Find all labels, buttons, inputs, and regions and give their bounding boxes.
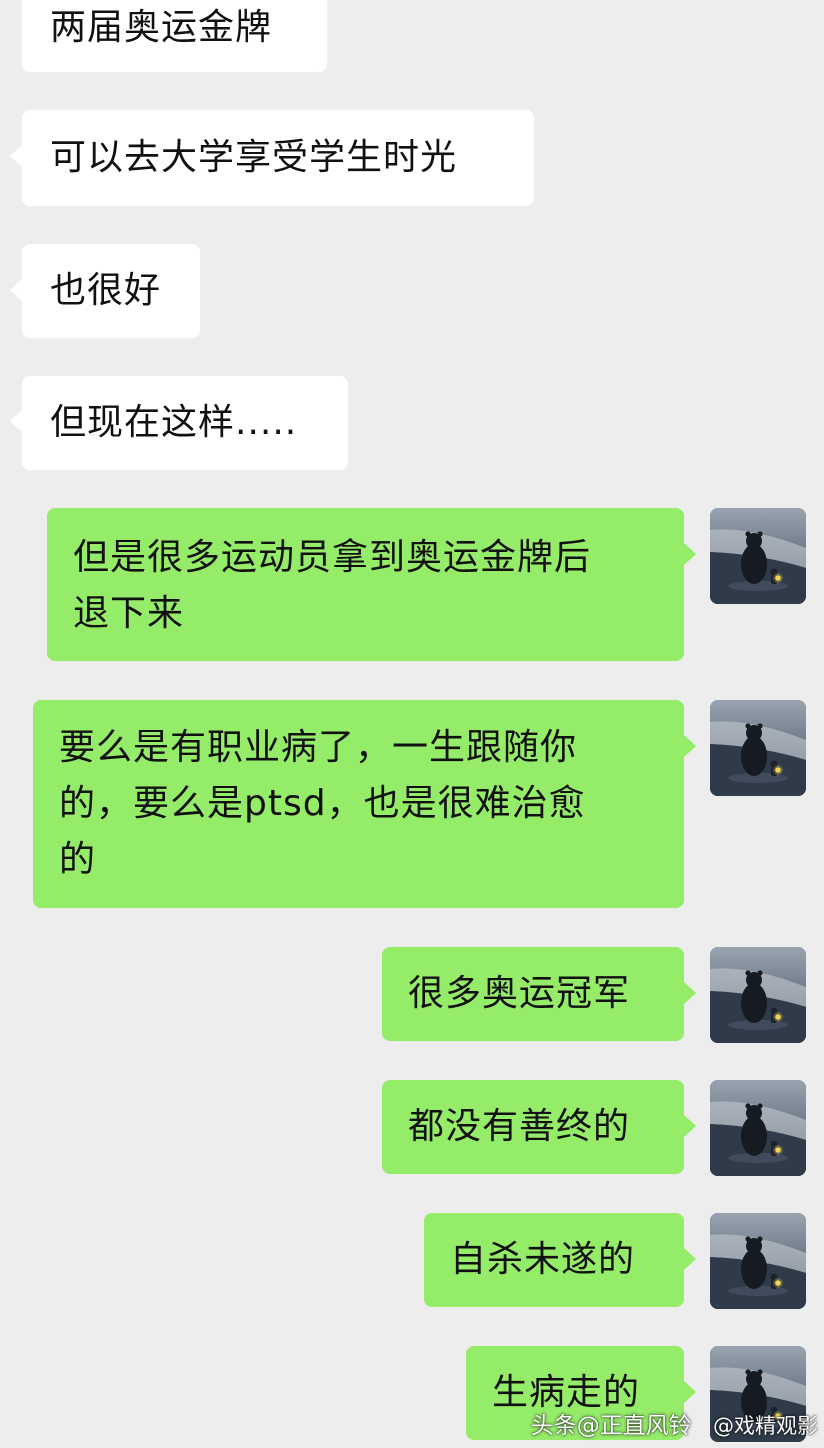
message-text-line: 要么是有职业病了，一生跟随你 <box>59 727 578 768</box>
bubble-tail <box>684 1115 696 1137</box>
incoming-message-bubble[interactable]: 但现在这样..... <box>22 376 348 470</box>
incoming-message-bubble[interactable]: 可以去大学享受学生时光 <box>22 110 534 206</box>
outgoing-message-bubble[interactable]: 自杀未遂的 <box>424 1213 684 1307</box>
message-text: 但现在这样..... <box>50 402 298 443</box>
bubble-tail <box>10 410 22 432</box>
message-text: 也很好 <box>50 270 162 311</box>
message-text-line: 自杀未遂的 <box>450 1239 636 1280</box>
outgoing-message-bubble[interactable]: 要么是有职业病了，一生跟随你 的，要么是ptsd，也是很难治愈 的 <box>33 700 684 908</box>
user-avatar[interactable] <box>710 947 806 1043</box>
bubble-tail <box>684 1381 696 1403</box>
message-text-line: 很多奥运冠军 <box>408 973 631 1014</box>
incoming-message-bubble[interactable]: 两届奥运金牌 <box>22 0 327 72</box>
message-text-line: 都没有善终的 <box>408 1106 631 1147</box>
bubble-tail <box>684 1248 696 1270</box>
message-text: 可以去大学享受学生时光 <box>50 137 458 178</box>
bubble-tail <box>10 279 22 301</box>
outgoing-message-bubble[interactable]: 但是很多运动员拿到奥运金牌后 退下来 <box>47 508 684 661</box>
bubble-tail <box>684 735 696 757</box>
bubble-tail <box>684 982 696 1004</box>
source-watermark: 头条@正直风铃 @戏精观影 <box>531 1406 818 1440</box>
incoming-message-bubble[interactable]: 也很好 <box>22 244 200 338</box>
bubble-tail <box>10 145 22 167</box>
user-avatar[interactable] <box>710 700 806 796</box>
message-text-line: 退下来 <box>73 593 185 634</box>
user-avatar[interactable] <box>710 1080 806 1176</box>
message-text-line: 的 <box>59 839 97 880</box>
chat-area[interactable]: 两届奥运金牌 可以去大学享受学生时光 也很好 但现在这样..... 但是很多运动… <box>0 0 824 1448</box>
weibo-watermark: @戏精观影 <box>713 1414 818 1438</box>
message-text-line: 的，要么是ptsd，也是很难治愈 <box>59 783 586 824</box>
user-avatar[interactable] <box>710 508 806 604</box>
message-text: 两届奥运金牌 <box>50 7 273 48</box>
toutiao-watermark: 头条@正直风铃 <box>530 1413 692 1439</box>
outgoing-message-bubble[interactable]: 都没有善终的 <box>382 1080 684 1174</box>
outgoing-message-bubble[interactable]: 很多奥运冠军 <box>382 947 684 1041</box>
message-text-line: 但是很多运动员拿到奥运金牌后 <box>73 537 592 578</box>
user-avatar[interactable] <box>710 1213 806 1309</box>
bubble-tail <box>684 543 696 565</box>
